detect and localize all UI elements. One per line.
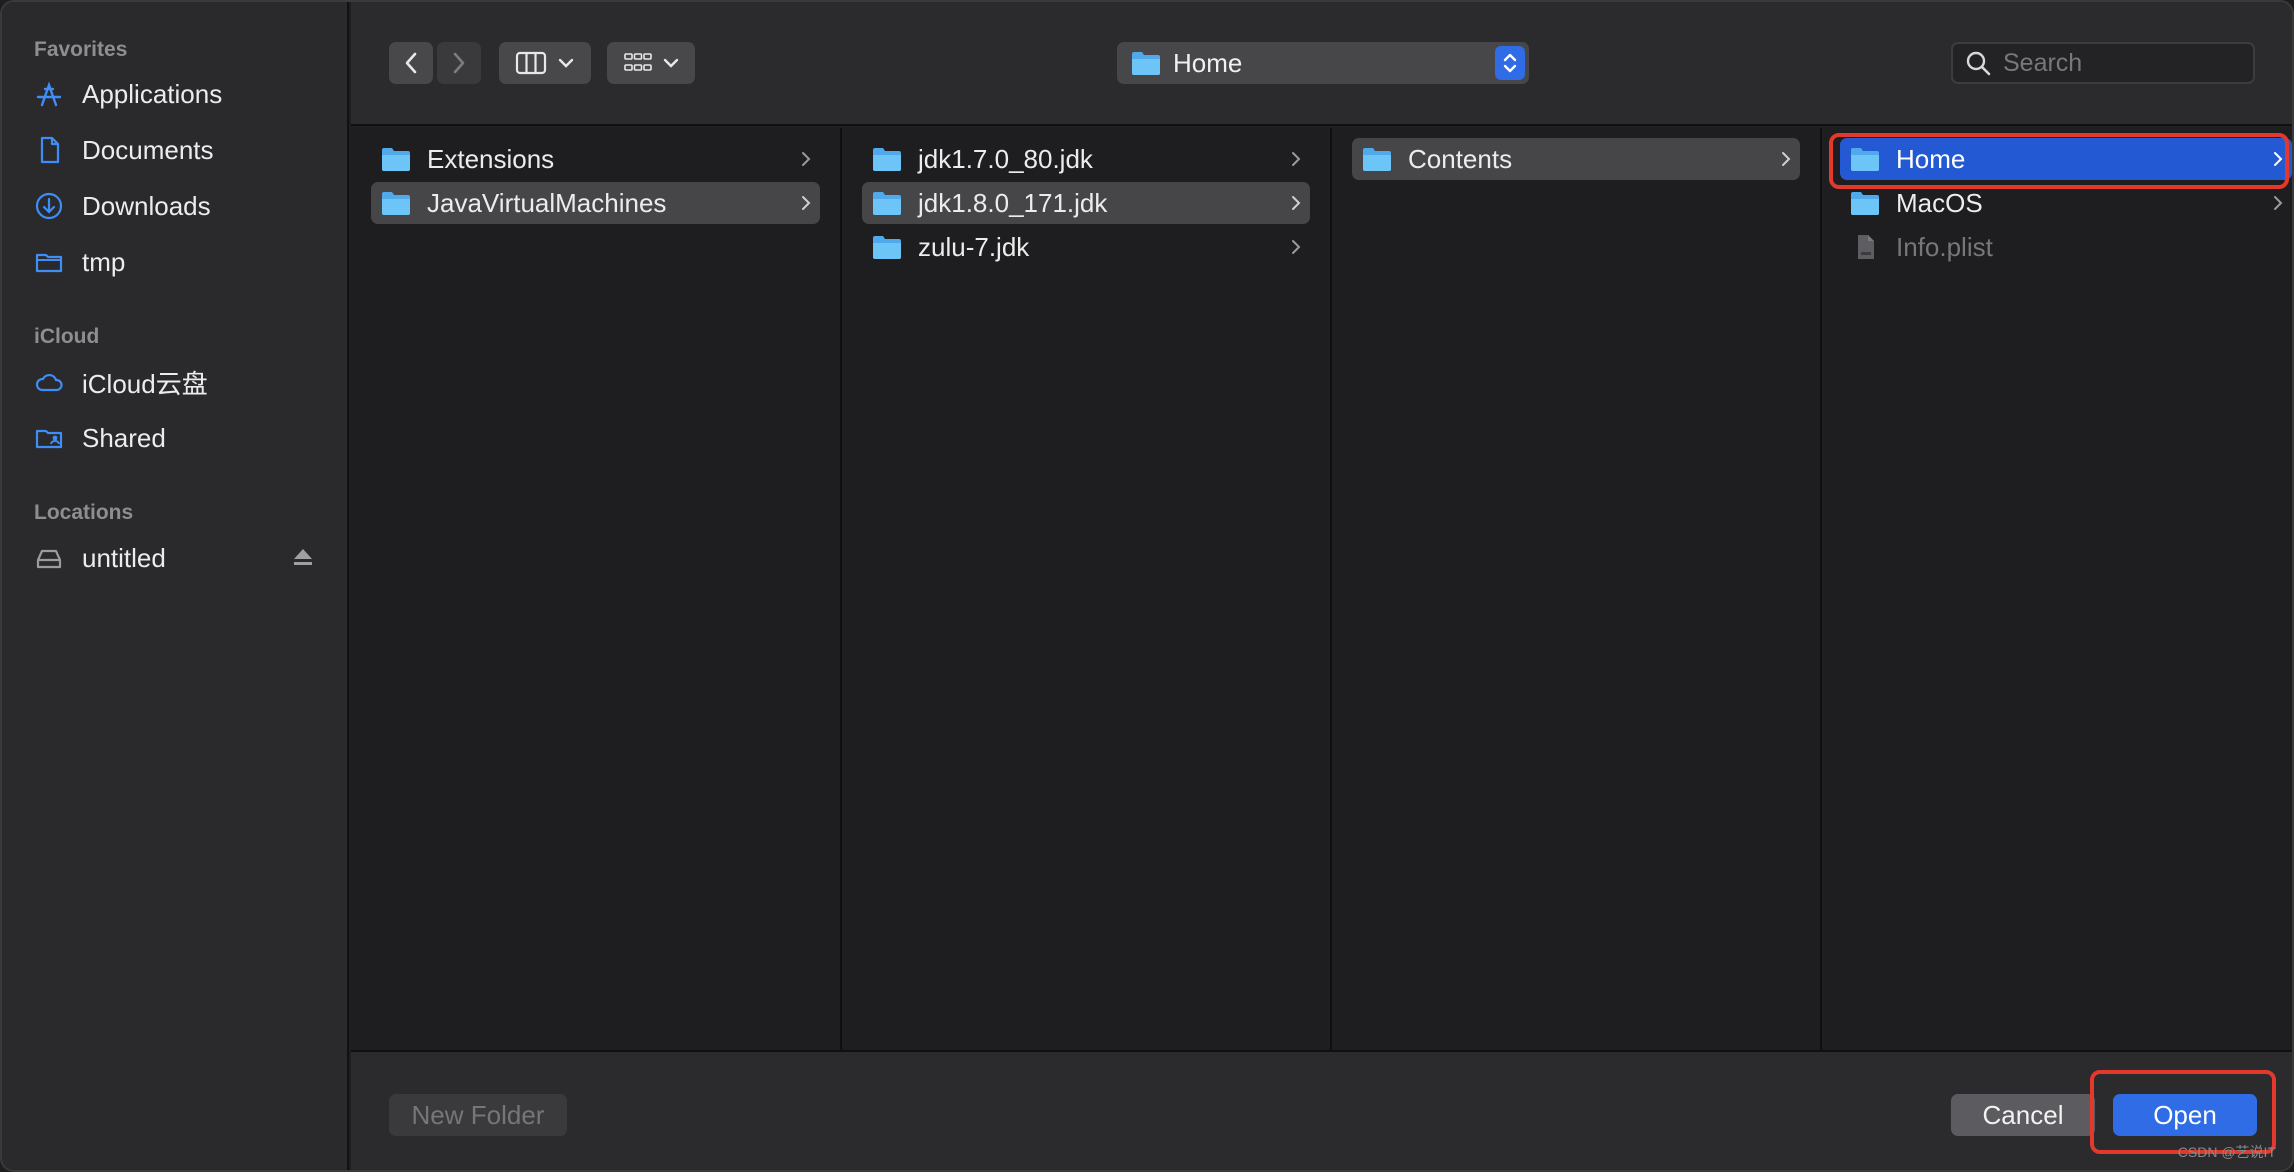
forward-button[interactable] [437, 42, 481, 84]
plist-file-icon [1858, 235, 1874, 259]
list-item-jdk1-7[interactable]: jdk1.7.0_80.jdk [862, 138, 1310, 180]
browser-column-1: Extensions JavaVirtualMachines [351, 128, 842, 1050]
search-field[interactable] [1951, 42, 2255, 84]
chevron-right-icon [1292, 152, 1301, 166]
list-item-label: JavaVirtualMachines [427, 187, 667, 218]
list-item-label: Info.plist [1896, 231, 1993, 262]
list-item-label: Contents [1408, 143, 1513, 174]
eject-icon[interactable] [292, 546, 314, 568]
group-by-button[interactable] [607, 42, 695, 84]
browser-column-2: jdk1.7.0_80.jdk jdk1.8.0_171.jdk zulu-7.… [842, 128, 1332, 1050]
list-item-zulu-7[interactable]: zulu-7.jdk [862, 226, 1310, 268]
folder-icon [382, 148, 410, 171]
list-item-info-plist: Info.plist [1840, 226, 2292, 268]
chevron-down-icon [558, 58, 574, 68]
disk-icon [34, 543, 64, 573]
document-icon [34, 135, 64, 165]
folder-icon [34, 247, 64, 277]
sidebar-item-untitled[interactable]: untitled [34, 536, 314, 580]
browser-column-3: Contents [1332, 128, 1822, 1050]
search-input[interactable] [2003, 48, 2233, 78]
view-mode-button[interactable] [499, 42, 591, 84]
shared-folder-icon [34, 423, 64, 453]
folder-icon [1851, 148, 1879, 171]
cancel-button[interactable]: Cancel [1951, 1094, 2095, 1136]
column-browser: Extensions JavaVirtualMachines jdk1.7.0_… [351, 128, 2292, 1050]
sidebar-item-label: iCloud云盘 [82, 368, 208, 399]
path-popup-label: Home [1173, 47, 1243, 78]
list-item-label: zulu-7.jdk [918, 231, 1030, 262]
sidebar-item-downloads[interactable]: Downloads [34, 184, 314, 228]
sidebar-section-favorites: Favorites [34, 38, 128, 61]
chevron-down-icon [663, 58, 679, 68]
sidebar-section-locations: Locations [34, 501, 134, 524]
sidebar-item-applications[interactable]: Applications [34, 72, 314, 116]
downloads-icon [34, 191, 64, 221]
sidebar-item-label: Downloads [82, 190, 211, 221]
list-item-label: MacOS [1896, 187, 1983, 218]
list-item-extensions[interactable]: Extensions [371, 138, 820, 180]
search-icon [1966, 51, 1991, 76]
folder-icon [873, 192, 901, 215]
sidebar-item-label: tmp [82, 246, 126, 277]
path-popup-button[interactable]: Home [1117, 42, 1529, 84]
sidebar-item-icloud-drive[interactable]: iCloud云盘 [34, 360, 314, 404]
sidebar-item-label: untitled [82, 542, 166, 573]
toolbar: Home [351, 2, 2292, 126]
list-item-contents[interactable]: Contents [1352, 138, 1800, 180]
folder-icon [382, 192, 410, 215]
list-item-home[interactable]: Home [1840, 138, 2292, 180]
list-item-label: jdk1.8.0_171.jdk [918, 187, 1108, 218]
folder-icon [873, 148, 901, 171]
list-item-macos[interactable]: MacOS [1840, 182, 2292, 224]
chevron-right-icon [1292, 240, 1301, 254]
chevron-right-icon [453, 52, 465, 74]
sidebar: Favorites Applications Documents Downloa… [2, 2, 349, 1170]
folder-icon [873, 236, 901, 259]
sidebar-item-label: Shared [82, 422, 166, 453]
folder-icon [1363, 148, 1391, 171]
chevron-right-icon [802, 152, 811, 166]
chevron-right-icon [2274, 196, 2283, 210]
list-item-javavirtualmachines[interactable]: JavaVirtualMachines [371, 182, 820, 224]
grid-view-icon [624, 53, 652, 71]
chevron-right-icon [802, 196, 811, 210]
folder-icon [1132, 52, 1160, 75]
sidebar-item-label: Applications [82, 78, 223, 109]
columns-view-icon [515, 51, 547, 75]
back-button[interactable] [389, 42, 433, 84]
open-file-dialog: Favorites Applications Documents Downloa… [0, 0, 2294, 1172]
folder-icon [1851, 192, 1879, 215]
watermark: CSDN @艺说IT [2177, 1144, 2276, 1160]
sidebar-item-documents[interactable]: Documents [34, 128, 314, 172]
browser-column-4: Home MacOS Info.plist [1822, 128, 2292, 1050]
icloud-icon [34, 367, 64, 397]
chevron-right-icon [2274, 152, 2283, 166]
sidebar-item-label: Documents [82, 134, 214, 165]
open-button[interactable]: Open [2113, 1094, 2257, 1136]
list-item-label: Extensions [427, 143, 555, 174]
list-item-label: Home [1896, 143, 1966, 174]
chevron-right-icon [1292, 196, 1301, 210]
list-item-label: jdk1.7.0_80.jdk [918, 143, 1093, 174]
updown-chevron-icon [1495, 46, 1525, 80]
sidebar-section-icloud: iCloud [34, 325, 100, 348]
new-folder-button[interactable]: New Folder [389, 1094, 567, 1136]
applications-icon [34, 79, 64, 109]
chevron-right-icon [1782, 152, 1791, 166]
sidebar-item-tmp[interactable]: tmp [34, 240, 314, 284]
chevron-left-icon [405, 52, 417, 74]
sidebar-item-shared[interactable]: Shared [34, 416, 314, 460]
list-item-jdk1-8[interactable]: jdk1.8.0_171.jdk [862, 182, 1310, 224]
bottom-bar: New Folder Cancel Open [351, 1050, 2292, 1170]
